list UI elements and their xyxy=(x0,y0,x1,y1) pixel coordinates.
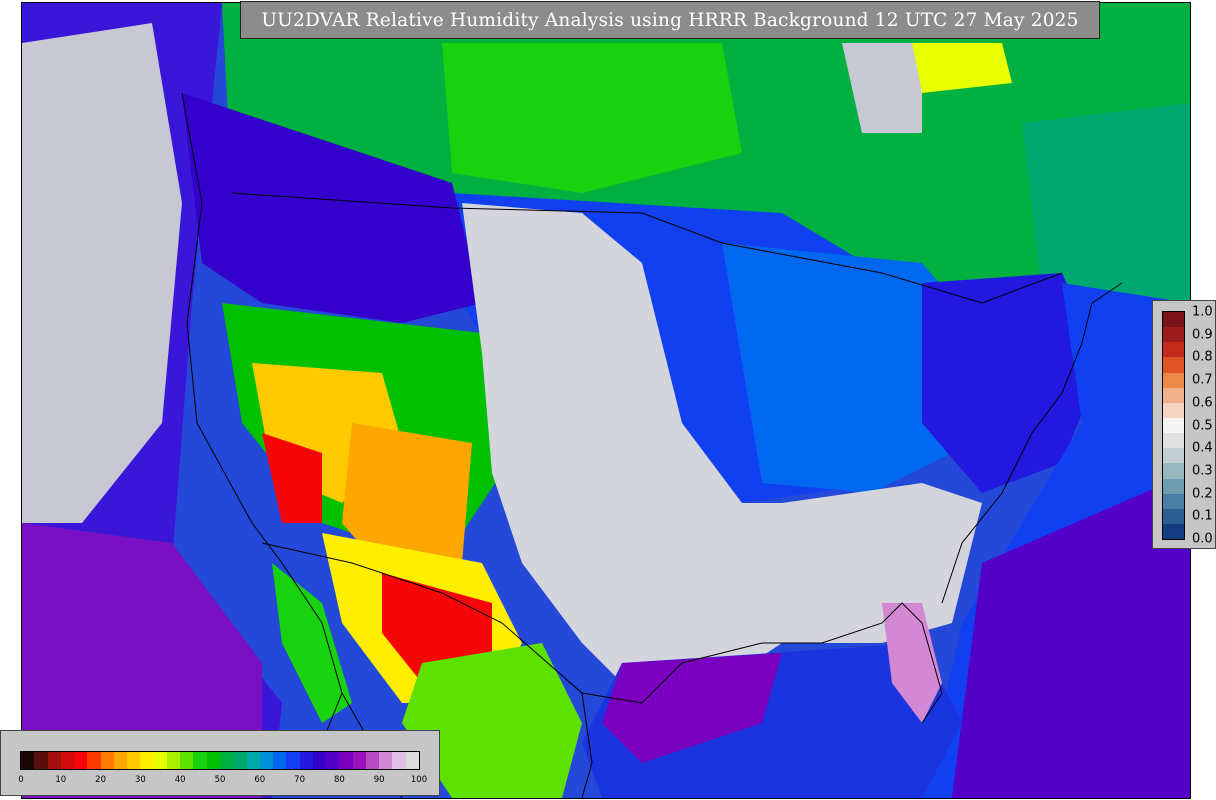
weight-colorbar-segment xyxy=(1163,463,1184,479)
weight-colorbar-segment xyxy=(1163,523,1184,540)
humidity-colorbar-tick-label: 0 xyxy=(18,775,24,785)
weight-colorbar-segment xyxy=(1163,357,1184,373)
weight-colorbar-segment xyxy=(1163,372,1184,388)
humidity-colorbar-segment xyxy=(166,752,181,769)
humidity-colorbar-tick-label: 10 xyxy=(55,775,67,785)
weight-colorbar-tick-label: 0.8 xyxy=(1192,349,1213,365)
weight-colorbar-tick-label: 0.0 xyxy=(1192,531,1213,547)
humidity-colorbar-tick-label: 90 xyxy=(373,775,385,785)
weight-colorbar xyxy=(1162,311,1185,540)
humidity-colorbar-tick-label: 100 xyxy=(410,775,428,785)
humidity-colorbar-segment xyxy=(127,752,141,769)
weight-colorbar-segment xyxy=(1163,433,1184,449)
humidity-colorbar-segment xyxy=(74,752,88,769)
map-title: UU2DVAR Relative Humidity Analysis using… xyxy=(261,9,1079,31)
humidity-colorbar-tick-label: 50 xyxy=(214,775,226,785)
weight-colorbar-segment xyxy=(1163,342,1184,358)
humidity-colorbar-segment xyxy=(180,752,194,769)
weight-colorbar-tick-label: 1.0 xyxy=(1192,304,1213,320)
humidity-colorbar-segment xyxy=(113,752,128,769)
weight-colorbar-segment xyxy=(1163,478,1184,494)
weight-colorbar-segment xyxy=(1163,312,1184,328)
humidity-colorbar-segment xyxy=(100,752,114,769)
humidity-colorbar-segment xyxy=(219,752,234,769)
humidity-colorbar-tick-label: 70 xyxy=(294,775,306,785)
humidity-colorbar-segment xyxy=(233,752,247,769)
humidity-colorbar-segment xyxy=(246,752,260,769)
humidity-colorbar-segment xyxy=(140,752,154,769)
humidity-colorbar-segment xyxy=(286,752,300,769)
weight-colorbar-tick-label: 0.4 xyxy=(1192,440,1213,456)
humidity-colorbar-legend: 0 10 20 30 40 50 60 70 80 90 100 xyxy=(0,730,440,796)
weight-colorbar-legend: 1.0 0.9 0.8 0.7 0.6 0.5 0.4 0.3 0.2 0.1 0.0 xyxy=(1152,300,1216,549)
humidity-map-canvas xyxy=(22,3,1190,798)
weight-colorbar-segment xyxy=(1163,448,1184,464)
humidity-map[interactable] xyxy=(21,2,1191,799)
humidity-colorbar-segment xyxy=(259,752,274,769)
humidity-colorbar-segment xyxy=(153,752,167,769)
humidity-colorbar xyxy=(20,751,420,770)
humidity-colorbar-segment xyxy=(339,752,353,769)
weight-colorbar-segment xyxy=(1163,417,1184,434)
humidity-colorbar-segment xyxy=(299,752,313,769)
weight-colorbar-tick-label: 0.5 xyxy=(1192,418,1213,433)
title-banner: UU2DVAR Relative Humidity Analysis using… xyxy=(240,1,1100,39)
weight-colorbar-tick-label: 0.2 xyxy=(1192,486,1213,502)
humidity-colorbar-segment xyxy=(21,752,35,769)
humidity-colorbar-segment xyxy=(326,752,340,769)
humidity-colorbar-segment xyxy=(60,752,75,769)
weight-colorbar-tick-label: 0.7 xyxy=(1192,372,1213,388)
humidity-colorbar-segment xyxy=(405,752,419,769)
humidity-colorbar-tick-label: 40 xyxy=(174,775,186,785)
humidity-colorbar-segment xyxy=(352,752,366,769)
weight-colorbar-tick-label: 0.6 xyxy=(1192,395,1213,411)
humidity-colorbar-segment xyxy=(312,752,327,769)
weight-colorbar-segment xyxy=(1163,402,1184,418)
humidity-colorbar-tick-label: 20 xyxy=(95,775,107,785)
humidity-colorbar-tick-label: 30 xyxy=(134,775,146,785)
weight-colorbar-segment xyxy=(1163,508,1184,524)
humidity-colorbar-segment xyxy=(392,752,406,769)
weight-colorbar-segment xyxy=(1163,493,1184,509)
humidity-colorbar-segment xyxy=(47,752,61,769)
humidity-colorbar-segment xyxy=(206,752,220,769)
weight-colorbar-tick-label: 0.3 xyxy=(1192,463,1213,479)
canada-east-field xyxy=(1022,103,1190,303)
humidity-colorbar-segment xyxy=(87,752,101,769)
weight-colorbar-tick-label: 0.9 xyxy=(1192,327,1213,343)
humidity-colorbar-segment xyxy=(379,752,393,769)
weight-colorbar-segment xyxy=(1163,327,1184,343)
humidity-colorbar-tick-label: 80 xyxy=(333,775,345,785)
humidity-colorbar-tick-label: 60 xyxy=(254,775,266,785)
weight-colorbar-tick-label: 0.1 xyxy=(1192,508,1213,524)
humidity-colorbar-segment xyxy=(34,752,48,769)
humidity-colorbar-segment xyxy=(273,752,287,769)
humidity-colorbar-segment xyxy=(193,752,207,769)
weight-colorbar-segment xyxy=(1163,387,1184,403)
humidity-colorbar-segment xyxy=(365,752,380,769)
